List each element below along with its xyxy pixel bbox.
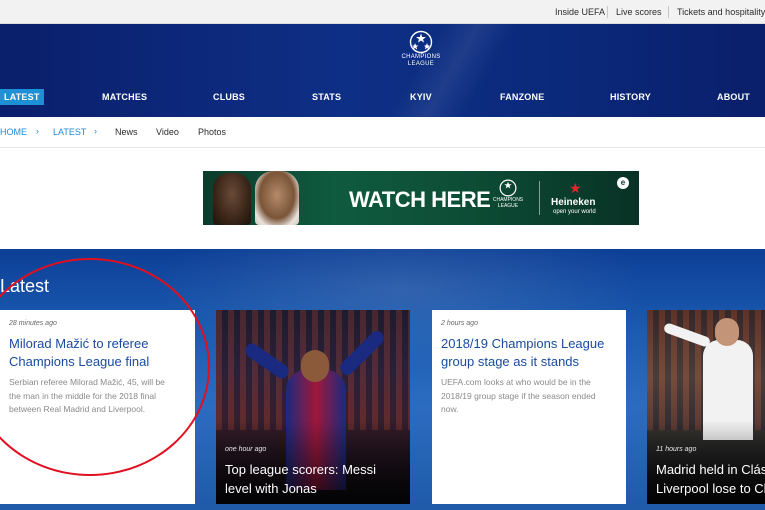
ad-person-image: [255, 171, 299, 225]
card-title-line[interactable]: Madrid held in Clás: [656, 460, 765, 479]
breadcrumb-home[interactable]: HOME: [0, 127, 27, 137]
red-star-icon: ★: [569, 180, 582, 196]
news-card[interactable]: 28 minutes ago Milorad Mažić to referee …: [0, 310, 195, 504]
sponsor-tagline: open your world: [553, 209, 596, 215]
ad-champions-league-logo: CHAMPIONS LEAGUE: [487, 179, 529, 209]
divider: [539, 181, 540, 215]
news-card-photo[interactable]: 11 hours ago Madrid held in Clás Liverpo…: [647, 310, 765, 504]
nav-kyiv[interactable]: KYIV: [410, 92, 432, 102]
card-desc-line: UEFA.com looks at who would be in the: [441, 377, 591, 387]
card-desc-line: Serbian referee Milorad Mažić, 45, will …: [9, 377, 165, 387]
latest-heading: Latest: [0, 276, 50, 296]
card-desc-line: now.: [441, 404, 459, 414]
live-scores-link[interactable]: Live scores: [616, 7, 662, 17]
ad-logo-line2: LEAGUE: [497, 203, 519, 209]
nav-fanzone[interactable]: FANZONE: [500, 92, 544, 102]
card-timestamp: 11 hours ago: [656, 446, 697, 453]
divider: [607, 6, 608, 18]
card-timestamp: 2 hours ago: [441, 320, 478, 327]
card-timestamp: one hour ago: [225, 446, 267, 453]
champions-league-logo[interactable]: CHAMPIONS LEAGUE: [396, 30, 446, 76]
starball-icon: [409, 30, 433, 54]
nav-about[interactable]: ABOUT: [717, 92, 750, 102]
utility-bar: Inside UEFA Live scores Tickets and hosp…: [0, 0, 765, 24]
card-title[interactable]: Milorad Mažić to referee Champions Leagu…: [9, 335, 149, 371]
header-sheen: [300, 24, 600, 117]
chevron-right-icon: ›: [94, 126, 97, 136]
card-description: UEFA.com looks at who would be in the 20…: [441, 376, 596, 417]
heineken-ad-banner[interactable]: WATCH HERE CHAMPIONS LEAGUE ★ Heineken o…: [203, 171, 639, 225]
starball-icon: [499, 179, 517, 197]
card-timestamp: 28 minutes ago: [9, 320, 57, 327]
card-title-line: 2018/19 Champions League: [441, 336, 605, 351]
site-header: CHAMPIONS LEAGUE LATEST MATCHES CLUBS ST…: [0, 24, 765, 117]
card-title-line[interactable]: level with Jonas: [225, 479, 317, 498]
chevron-right-icon: ›: [36, 126, 39, 136]
card-title-line: Champions League final: [9, 354, 150, 369]
card-title-line[interactable]: Top league scorers: Messi: [225, 460, 376, 479]
news-card-photo[interactable]: one hour ago Top league scorers: Messi l…: [216, 310, 410, 504]
tickets-hospitality-link[interactable]: Tickets and hospitality: [677, 7, 765, 17]
subnav-photos[interactable]: Photos: [198, 127, 226, 137]
inside-uefa-link[interactable]: Inside UEFA: [555, 7, 605, 17]
logo-text-line1: CHAMPIONS: [401, 54, 441, 60]
logo-text-line2: LEAGUE: [407, 61, 435, 67]
nav-clubs[interactable]: CLUBS: [213, 92, 245, 102]
card-desc-line: the man in the middle for the 2018 final: [9, 390, 156, 401]
news-card[interactable]: 2 hours ago 2018/19 Champions League gro…: [432, 310, 626, 504]
player-image: [301, 350, 329, 382]
player-image: [715, 318, 739, 346]
card-title[interactable]: 2018/19 Champions League group stage as …: [441, 335, 604, 371]
card-title-line[interactable]: Liverpool lose to Ch: [656, 479, 765, 498]
ad-person-image: [213, 173, 251, 225]
ad-cta-text: WATCH HERE: [349, 187, 491, 212]
card-title-line: Milorad Mažić to referee: [9, 336, 149, 351]
card-title-line: group stage as it stands: [441, 354, 580, 369]
breadcrumb: HOME › LATEST › News Video Photos: [0, 117, 765, 148]
nav-matches[interactable]: MATCHES: [102, 92, 147, 102]
card-desc-line: 2018/19 group stage if the season ended: [441, 390, 596, 401]
nav-stats[interactable]: STATS: [312, 92, 341, 102]
nav-history[interactable]: HISTORY: [610, 92, 651, 102]
subnav-news[interactable]: News: [115, 127, 138, 137]
card-description: Serbian referee Milorad Mažić, 45, will …: [9, 376, 165, 417]
sponsor-name: Heineken: [551, 197, 596, 208]
ad-corner-mark-icon: e: [617, 177, 629, 189]
divider: [668, 6, 669, 18]
nav-latest[interactable]: LATEST: [0, 89, 44, 105]
subnav-video[interactable]: Video: [156, 127, 179, 137]
card-desc-line: between Real Madrid and Liverpool.: [9, 404, 146, 414]
breadcrumb-latest[interactable]: LATEST: [53, 127, 86, 137]
